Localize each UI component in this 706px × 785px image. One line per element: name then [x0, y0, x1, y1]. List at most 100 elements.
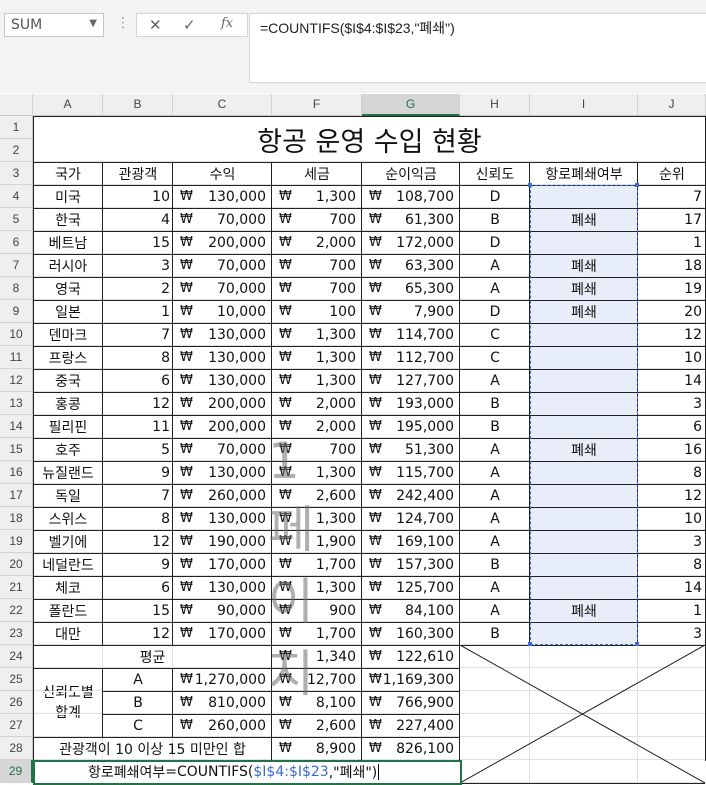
row-header-13[interactable]: 13 [0, 392, 33, 415]
country-cell[interactable]: 미국 [33, 185, 103, 208]
row-header-14[interactable]: 14 [0, 415, 33, 438]
country-cell[interactable]: 덴마크 [33, 323, 103, 346]
net-income-cell[interactable]: 63,300 [362, 254, 457, 277]
tax-cell[interactable]: 1,300 [272, 576, 359, 599]
net-income-cell[interactable]: 157,300 [362, 553, 457, 576]
row-header-10[interactable]: 10 [0, 323, 33, 346]
row-header-29[interactable]: 29 [0, 760, 33, 783]
tourist-cell[interactable]: 15 [103, 231, 173, 254]
trust-cell[interactable]: A [460, 599, 530, 622]
cancel-icon[interactable]: ✕ [149, 16, 162, 34]
tax-cell[interactable]: 2,000 [272, 231, 359, 254]
net-income-cell[interactable]: 84,100 [362, 599, 457, 622]
row-header-23[interactable]: 23 [0, 622, 33, 645]
revenue-cell[interactable]: 130,000 [173, 323, 269, 346]
row-header-3[interactable]: 3 [0, 162, 33, 185]
tax-cell[interactable]: 1,700 [272, 553, 359, 576]
tax-cell[interactable]: 2,600 [272, 484, 359, 507]
row-header-12[interactable]: 12 [0, 369, 33, 392]
row-header-28[interactable]: 28 [0, 737, 33, 760]
trust-cell[interactable]: A [460, 507, 530, 530]
country-cell[interactable]: 체코 [33, 576, 103, 599]
net-income-cell[interactable]: 242,400 [362, 484, 457, 507]
rank-cell[interactable]: 1 [638, 231, 705, 254]
net-income-cell[interactable]: 169,100 [362, 530, 457, 553]
trust-cell[interactable]: A [460, 438, 530, 461]
tax-cell[interactable]: 2,000 [272, 415, 359, 438]
tax-cell[interactable]: 1,300 [272, 507, 359, 530]
country-cell[interactable]: 프랑스 [33, 346, 103, 369]
tax-cell[interactable]: 700 [272, 438, 359, 461]
trust-cell[interactable]: A [460, 484, 530, 507]
rank-cell[interactable]: 10 [638, 507, 705, 530]
tax-cell[interactable]: 700 [272, 254, 359, 277]
tax-cell[interactable]: 1,300 [272, 346, 359, 369]
rank-cell[interactable]: 8 [638, 461, 705, 484]
net-income-cell[interactable]: 51,300 [362, 438, 457, 461]
name-box[interactable]: SUM ▼ [4, 13, 104, 37]
country-cell[interactable]: 독일 [33, 484, 103, 507]
insert-function-icon[interactable]: fx [221, 16, 233, 31]
net-income-cell[interactable]: 124,700 [362, 507, 457, 530]
revenue-cell[interactable]: 190,000 [173, 530, 269, 553]
tourist-cell[interactable]: 8 [103, 507, 173, 530]
revenue-cell[interactable]: 170,000 [173, 553, 269, 576]
tourist-cell[interactable]: 6 [103, 369, 173, 392]
country-cell[interactable]: 중국 [33, 369, 103, 392]
revenue-cell[interactable]: 130,000 [173, 369, 269, 392]
tax-cell[interactable]: 900 [272, 599, 359, 622]
revenue-cell[interactable]: 200,000 [173, 392, 269, 415]
rank-cell[interactable]: 8 [638, 553, 705, 576]
column-header-c[interactable]: C [173, 94, 272, 116]
country-cell[interactable]: 베트남 [33, 231, 103, 254]
net-income-cell[interactable]: 7,900 [362, 300, 457, 323]
tourist-cell[interactable]: 1 [103, 300, 173, 323]
country-cell[interactable]: 홍콩 [33, 392, 103, 415]
row-header-5[interactable]: 5 [0, 208, 33, 231]
range-handle[interactable] [528, 642, 532, 646]
rank-cell[interactable]: 19 [638, 277, 705, 300]
column-header-f[interactable]: F [272, 94, 362, 116]
country-cell[interactable]: 호주 [33, 438, 103, 461]
row-header-26[interactable]: 26 [0, 691, 33, 714]
select-all-corner[interactable] [0, 94, 33, 116]
country-cell[interactable]: 네덜란드 [33, 553, 103, 576]
tourist-cell[interactable]: 12 [103, 392, 173, 415]
net-income-cell[interactable]: 65,300 [362, 277, 457, 300]
more-options-icon[interactable]: ⋮ [116, 15, 130, 31]
trust-cell[interactable]: A [460, 461, 530, 484]
net-income-cell[interactable]: 193,000 [362, 392, 457, 415]
row-header-20[interactable]: 20 [0, 553, 33, 576]
rank-cell[interactable]: 1 [638, 599, 705, 622]
tax-cell[interactable]: 700 [272, 277, 359, 300]
tourist-cell[interactable]: 9 [103, 553, 173, 576]
tourist-cell[interactable]: 10 [103, 185, 173, 208]
country-cell[interactable]: 뉴질랜드 [33, 461, 103, 484]
tax-cell[interactable]: 700 [272, 208, 359, 231]
tax-cell[interactable]: 1,300 [272, 185, 359, 208]
tourist-cell[interactable]: 12 [103, 530, 173, 553]
column-header-i[interactable]: I [530, 94, 638, 116]
trust-cell[interactable]: D [460, 231, 530, 254]
tourist-cell[interactable]: 4 [103, 208, 173, 231]
country-cell[interactable]: 필리핀 [33, 415, 103, 438]
tourist-cell[interactable]: 5 [103, 438, 173, 461]
net-income-cell[interactable]: 125,700 [362, 576, 457, 599]
country-cell[interactable]: 벨기에 [33, 530, 103, 553]
revenue-cell[interactable]: 10,000 [173, 300, 269, 323]
tourist-cell[interactable]: 7 [103, 323, 173, 346]
tax-cell[interactable]: 1,300 [272, 369, 359, 392]
trust-cell[interactable]: B [460, 392, 530, 415]
trust-cell[interactable]: D [460, 185, 530, 208]
revenue-cell[interactable]: 130,000 [173, 507, 269, 530]
rank-cell[interactable]: 16 [638, 438, 705, 461]
tax-cell[interactable]: 1,300 [272, 323, 359, 346]
revenue-cell[interactable]: 70,000 [173, 277, 269, 300]
net-income-cell[interactable]: 160,300 [362, 622, 457, 645]
revenue-cell[interactable]: 70,000 [173, 254, 269, 277]
revenue-cell[interactable]: 260,000 [173, 484, 269, 507]
tourist-cell[interactable]: 6 [103, 576, 173, 599]
trust-cell[interactable]: B [460, 553, 530, 576]
net-income-cell[interactable]: 127,700 [362, 369, 457, 392]
row-header-21[interactable]: 21 [0, 576, 33, 599]
